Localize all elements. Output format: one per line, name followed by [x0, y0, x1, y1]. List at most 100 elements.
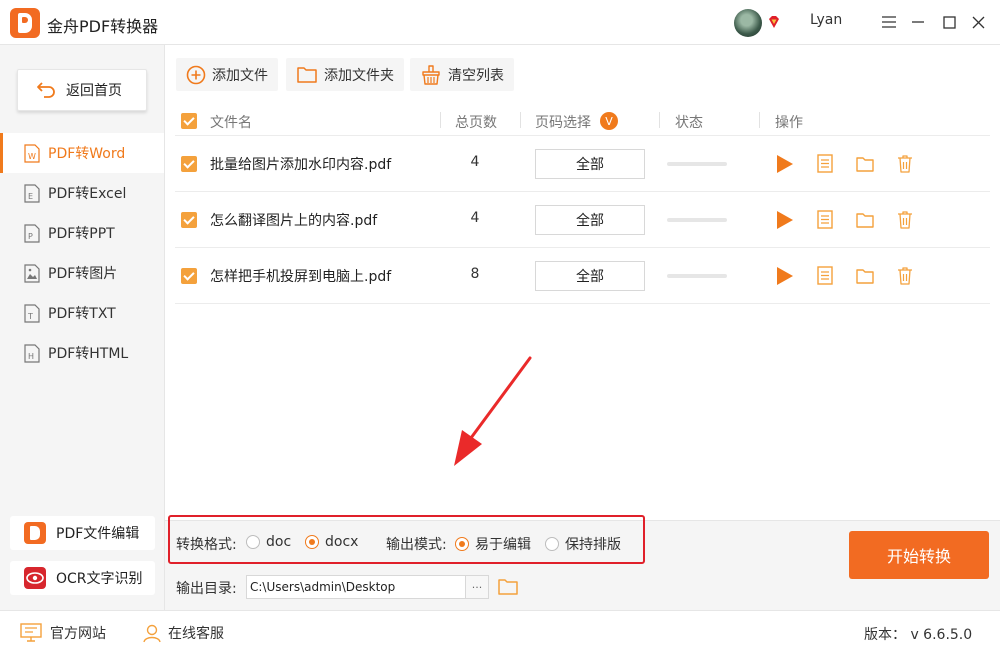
trash-icon[interactable] — [895, 209, 915, 231]
mode-option-label: 易于编辑 — [475, 537, 531, 553]
sidebar-item-pdf-to-image[interactable]: PDF转图片 — [0, 253, 164, 293]
open-folder-icon[interactable] — [855, 265, 875, 287]
txt-file-icon: T — [24, 303, 40, 323]
header-actions: 操作 — [775, 115, 803, 131]
page-count: 8 — [470, 266, 480, 282]
svg-text:T: T — [27, 312, 33, 321]
add-file-button[interactable]: 添加文件 — [176, 58, 278, 91]
format-option-doc[interactable]: doc — [246, 534, 291, 550]
pdf-editor-label: PDF文件编辑 — [56, 526, 140, 542]
radio-keep-layout[interactable] — [545, 537, 559, 551]
app-logo — [10, 8, 40, 38]
menu-icon[interactable] — [877, 10, 901, 34]
format-option-docx[interactable]: docx — [305, 534, 358, 550]
table-row[interactable]: 批量给图片添加水印内容.pdf 4 全部 — [175, 136, 990, 192]
header-total-pages: 总页数 — [455, 115, 497, 131]
file-name: 批量给图片添加水印内容.pdf — [210, 157, 392, 173]
user-name[interactable]: Lyan — [810, 12, 842, 28]
open-output-folder-icon[interactable] — [498, 577, 518, 597]
output-dir-field[interactable]: C:\Users\admin\Desktop — [246, 575, 466, 599]
file-table-header: 文件名 总页数 页码选择 V 状态 操作 — [175, 106, 990, 136]
sidebar-item-label: PDF转PPT — [48, 226, 115, 242]
row-checkbox[interactable] — [181, 156, 197, 172]
plus-circle-icon — [186, 65, 206, 84]
mode-option-keep-layout[interactable]: 保持排版 — [545, 534, 621, 554]
start-convert-button[interactable]: 开始转换 — [849, 531, 989, 579]
page-count: 4 — [470, 154, 480, 170]
table-row[interactable]: 怎么翻译图片上的内容.pdf 4 全部 — [175, 192, 990, 248]
title-bar: 金舟PDF转换器 Lyan — [0, 0, 1000, 45]
play-icon[interactable] — [775, 209, 795, 231]
file-name: 怎样把手机投屏到电脑上.pdf — [210, 269, 392, 285]
select-all-checkbox[interactable] — [181, 113, 197, 129]
play-icon[interactable] — [775, 265, 795, 287]
sidebar-item-label: PDF转TXT — [48, 306, 116, 322]
page-range-input[interactable]: 全部 — [535, 261, 645, 291]
conversion-progress — [667, 162, 727, 166]
sidebar-item-pdf-to-excel[interactable]: E PDF转Excel — [0, 173, 164, 213]
row-checkbox[interactable] — [181, 212, 197, 228]
customer-service-icon — [143, 624, 161, 643]
header-filename: 文件名 — [210, 115, 252, 131]
document-icon[interactable] — [815, 265, 835, 287]
sidebar-item-pdf-to-html[interactable]: H PDF转HTML — [0, 333, 164, 373]
radio-docx[interactable] — [305, 535, 319, 549]
table-row[interactable]: 怎样把手机投屏到电脑上.pdf 8 全部 — [175, 248, 990, 304]
trash-icon[interactable] — [895, 265, 915, 287]
format-option-label: docx — [325, 534, 359, 550]
pdf-editor-icon — [24, 522, 46, 544]
browse-button[interactable]: ··· — [465, 575, 489, 599]
row-checkbox[interactable] — [181, 268, 197, 284]
svg-text:H: H — [28, 352, 34, 361]
document-icon[interactable] — [815, 209, 835, 231]
mode-option-editable[interactable]: 易于编辑 — [455, 534, 531, 554]
ocr-eye-icon — [24, 567, 46, 589]
header-status: 状态 — [675, 115, 703, 131]
image-file-icon — [24, 263, 40, 283]
format-option-label: doc — [266, 534, 292, 550]
sidebar-item-pdf-to-word[interactable]: W PDF转Word — [0, 133, 164, 173]
ocr-label: OCR文字识别 — [56, 571, 143, 587]
page-range-input[interactable]: 全部 — [535, 149, 645, 179]
sidebar-item-label: PDF转图片 — [48, 266, 118, 282]
page-select-dropdown-badge[interactable]: V — [600, 112, 618, 130]
online-support-link[interactable]: 在线客服 — [142, 623, 224, 643]
vip-badge-icon[interactable] — [767, 15, 781, 29]
clear-list-button[interactable]: 清空列表 — [410, 58, 514, 91]
sidebar-item-label: PDF转HTML — [48, 346, 129, 362]
official-website-link[interactable]: 官方网站 — [20, 623, 106, 643]
open-folder-icon[interactable] — [855, 153, 875, 175]
open-folder-icon[interactable] — [855, 209, 875, 231]
app-title: 金舟PDF转换器 — [47, 17, 159, 36]
add-folder-button[interactable]: 添加文件夹 — [286, 58, 404, 91]
monitor-icon — [20, 623, 42, 642]
radio-doc[interactable] — [246, 535, 260, 549]
conversion-progress — [667, 274, 727, 278]
radio-editable[interactable] — [455, 537, 469, 551]
sidebar-item-pdf-to-ppt[interactable]: P PDF转PPT — [0, 213, 164, 253]
maximize-icon[interactable] — [937, 10, 961, 34]
format-label: 转换格式: — [176, 537, 237, 553]
mode-label: 输出模式: — [386, 537, 447, 553]
website-label: 官方网站 — [50, 626, 106, 642]
sidebar-item-pdf-to-txt[interactable]: T PDF转TXT — [0, 293, 164, 333]
minimize-icon[interactable] — [906, 10, 930, 34]
pdf-editor-button[interactable]: PDF文件编辑 — [10, 516, 155, 550]
trash-icon[interactable] — [895, 153, 915, 175]
annotation-arrow — [454, 356, 532, 466]
svg-text:E: E — [28, 192, 33, 201]
page-count: 4 — [470, 210, 480, 226]
conversion-progress — [667, 218, 727, 222]
status-bar: 官方网站 在线客服 版本： v 6.6.5.0 — [0, 610, 1000, 650]
output-dir-label: 输出目录: — [176, 581, 237, 597]
document-icon[interactable] — [815, 153, 835, 175]
svg-text:P: P — [28, 232, 33, 241]
page-range-input[interactable]: 全部 — [535, 205, 645, 235]
avatar[interactable] — [734, 9, 762, 37]
add-folder-label: 添加文件夹 — [324, 67, 394, 84]
ocr-button[interactable]: OCR文字识别 — [10, 561, 155, 595]
play-icon[interactable] — [775, 153, 795, 175]
close-icon[interactable] — [966, 10, 990, 34]
home-button[interactable]: 返回首页 — [17, 69, 147, 111]
excel-file-icon: E — [24, 183, 40, 203]
